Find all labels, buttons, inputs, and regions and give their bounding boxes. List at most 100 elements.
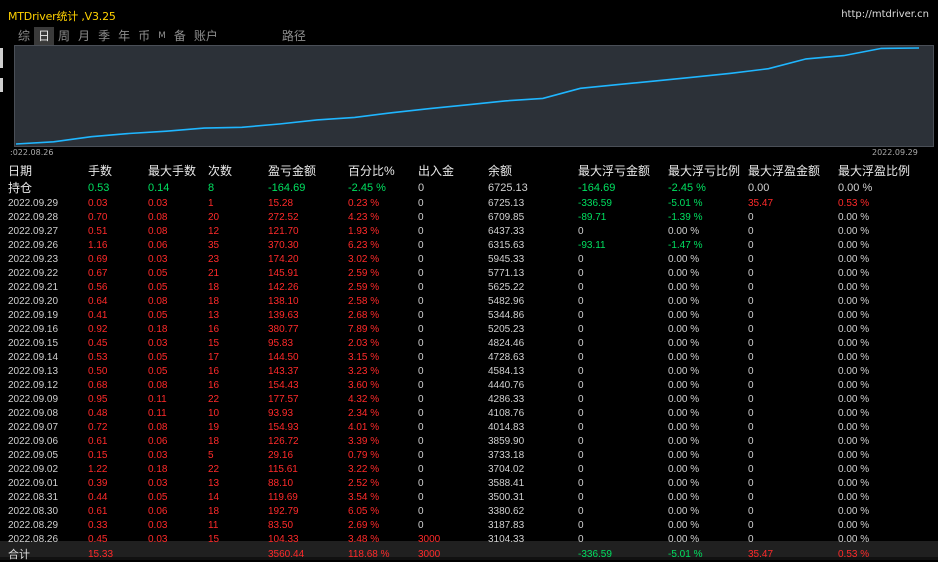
table-row[interactable]: 2022.09.23 0.69 0.03 23 174.20 3.02 % 0 5945.33…	[8, 252, 932, 266]
column-header[interactable]: 次数	[208, 162, 268, 179]
table-cell: 0.00 %	[668, 491, 700, 503]
table-cell: 3.15 %	[348, 351, 380, 363]
table-cell: 0.00 %	[668, 477, 700, 489]
table-row[interactable]: 2022.09.21 0.56 0.05 18 142.26 2.59 % 0 5625.22…	[8, 280, 932, 294]
column-header[interactable]: 最大浮盈比例	[838, 162, 932, 179]
table-row[interactable]: 2022.09.02 1.22 0.18 22 115.61 3.22 % 0 3704.02…	[8, 462, 932, 476]
tab-0[interactable]: 综	[14, 27, 34, 45]
table-cell: 0.61	[88, 435, 108, 447]
column-header[interactable]: 出入金	[418, 162, 488, 179]
table-cell: 18	[208, 505, 220, 517]
table-cell: 0.00 %	[668, 463, 700, 475]
tab-8[interactable]: 备	[170, 27, 190, 45]
table-cell: 0.03	[148, 449, 168, 461]
table-cell: 0.70	[88, 211, 108, 223]
table-cell: 0	[578, 267, 584, 279]
tab-3[interactable]: 月	[74, 27, 94, 45]
table-cell: 2022.09.15	[8, 337, 59, 349]
table-row[interactable]: 2022.09.26 1.16 0.06 35 370.30 6.23 % 0 6315.63…	[8, 238, 932, 252]
table-row[interactable]: 2022.09.15 0.45 0.03 15 95.83 2.03 % 0 4824.46 0…	[8, 336, 932, 350]
table-row[interactable]: 2022.09.09 0.95 0.11 22 177.57 4.32 % 0 4286.33…	[8, 392, 932, 406]
table-cell: 0.11	[148, 407, 167, 419]
table-cell: 0.18	[148, 463, 168, 475]
table-cell: 35.47	[748, 197, 774, 209]
table-cell: 0.06	[148, 505, 168, 517]
table-row[interactable]: 2022.09.19 0.41 0.05 13 139.63 2.68 % 0 5344.86…	[8, 308, 932, 322]
column-header[interactable]: 最大浮盈金额	[748, 162, 838, 179]
table-row[interactable]: 2022.09.06 0.61 0.06 18 126.72 3.39 % 0 3859.90…	[8, 434, 932, 448]
table-row[interactable]: 2022.09.29 0.03 0.03 1 15.28 0.23 % 0 6725.13 -3…	[8, 196, 932, 210]
table-cell: 2022.09.14	[8, 351, 59, 363]
table-cell: 2022.09.23	[8, 253, 59, 265]
table-row[interactable]: 2022.09.22 0.67 0.05 21 145.91 2.59 % 0 5771.13…	[8, 266, 932, 280]
table-cell: 95.83	[268, 337, 294, 349]
table-cell: 0	[418, 267, 424, 279]
column-header[interactable]: 最大手数	[148, 162, 208, 179]
column-header[interactable]: 手数	[88, 162, 148, 179]
tab-9[interactable]: 账户	[190, 27, 222, 45]
table-row[interactable]: 2022.09.27 0.51 0.08 12 121.70 1.93 % 0 6437.33…	[8, 224, 932, 238]
website-link[interactable]: http://mtdriver.cn	[841, 9, 929, 20]
table-cell: 2.52 %	[348, 477, 380, 489]
table-cell: 0.50	[88, 365, 108, 377]
tab-7[interactable]: M	[154, 27, 170, 45]
table-row[interactable]: 2022.09.20 0.64 0.08 18 138.10 2.58 % 0 5482.96…	[8, 294, 932, 308]
table-cell: 380.77	[268, 323, 299, 335]
table-cell: 0.03	[148, 533, 168, 545]
tab-5[interactable]: 年	[114, 27, 134, 45]
table-cell: 5	[208, 449, 214, 461]
daily-stats-table: 日期 手数 最大手数 次数 盈亏金额 百分比% 出入金 余额 最大浮亏金额 最大浮亏比例 最大浮盈金…	[8, 162, 932, 562]
tab-6[interactable]: 币	[134, 27, 154, 45]
left-edge-marker	[0, 48, 3, 68]
table-cell: 139.63	[268, 309, 299, 321]
table-row[interactable]: 2022.08.31 0.44 0.05 14 119.69 3.54 % 0 3500.31…	[8, 490, 932, 504]
table-row[interactable]: 2022.08.26 0.45 0.03 15 104.33 3.48 % 3000 3104…	[8, 532, 932, 546]
table-cell: 0.00 %	[668, 351, 700, 363]
column-header[interactable]: 最大浮亏比例	[668, 162, 748, 179]
tab-4[interactable]: 季	[94, 27, 114, 45]
table-row[interactable]: 2022.08.29 0.33 0.03 11 83.50 2.69 % 0 3187.83 0…	[8, 518, 932, 532]
column-header[interactable]: 日期	[8, 162, 88, 179]
table-cell: 0.00 %	[838, 211, 870, 223]
table-cell: 0	[418, 239, 424, 251]
table-cell: 15.28	[268, 197, 294, 209]
table-cell: 4584.13	[488, 365, 525, 377]
table-row[interactable]: 2022.08.30 0.61 0.06 18 192.79 6.05 % 0 3380.62…	[8, 504, 932, 518]
column-header[interactable]: 百分比%	[348, 162, 418, 179]
table-cell: 6.23 %	[348, 239, 380, 251]
table-row[interactable]: 2022.09.16 0.92 0.18 16 380.77 7.89 % 0 5205.23…	[8, 322, 932, 336]
table-cell: 0	[748, 505, 754, 517]
tab-2[interactable]: 周	[54, 27, 74, 45]
table-cell: -1.47 %	[668, 239, 703, 251]
column-header[interactable]: 盈亏金额	[268, 162, 348, 179]
table-row[interactable]: 2022.09.28 0.70 0.08 20 272.52 4.23 % 0 6709.85…	[8, 210, 932, 224]
tab-10[interactable]: 路径	[278, 27, 310, 45]
table-cell: 370.30	[268, 239, 299, 251]
table-row[interactable]: 2022.09.01 0.39 0.03 13 88.10 2.52 % 0 3588.41 0…	[8, 476, 932, 490]
table-cell: 0.00 %	[838, 337, 870, 349]
table-cell: 5625.22	[488, 281, 525, 293]
table-cell: 0.15	[88, 449, 108, 461]
tab-1[interactable]: 日	[34, 27, 55, 45]
table-cell: 16	[208, 365, 220, 377]
column-header[interactable]: 余额	[488, 162, 578, 179]
table-cell: 2.69 %	[348, 519, 380, 531]
table-row[interactable]: 2022.09.08 0.48 0.11 10 93.93 2.34 % 0 4108.76 0…	[8, 406, 932, 420]
table-cell: 0.41	[88, 309, 108, 321]
table-row[interactable]: 2022.09.13 0.50 0.05 16 143.37 3.23 % 0 4584.13…	[8, 364, 932, 378]
table-cell: 0.00 %	[838, 463, 870, 475]
table-cell: 0.08	[148, 211, 168, 223]
table-cell: 0	[748, 351, 754, 363]
table-cell: 0.00 %	[668, 449, 700, 461]
table-row[interactable]: 2022.09.07 0.72 0.08 19 154.93 4.01 % 0 4014.83…	[8, 420, 932, 434]
table-row[interactable]: 2022.09.05 0.15 0.03 5 29.16 0.79 % 0 3733.18 0 0…	[8, 448, 932, 462]
holding-cell: -164.69	[268, 181, 306, 194]
table-row[interactable]: 2022.09.12 0.68 0.08 16 154.43 3.60 % 0 4440.76…	[8, 378, 932, 392]
table-cell: 145.91	[268, 267, 299, 279]
table-cell: 0	[578, 225, 584, 237]
table-row[interactable]: 2022.09.14 0.53 0.05 17 144.50 3.15 % 0 4728.63…	[8, 350, 932, 364]
table-cell: 0.08	[148, 295, 168, 307]
table-cell: 3.54 %	[348, 491, 380, 503]
table-cell: 2022.09.19	[8, 309, 59, 321]
column-header[interactable]: 最大浮亏金额	[578, 162, 668, 179]
